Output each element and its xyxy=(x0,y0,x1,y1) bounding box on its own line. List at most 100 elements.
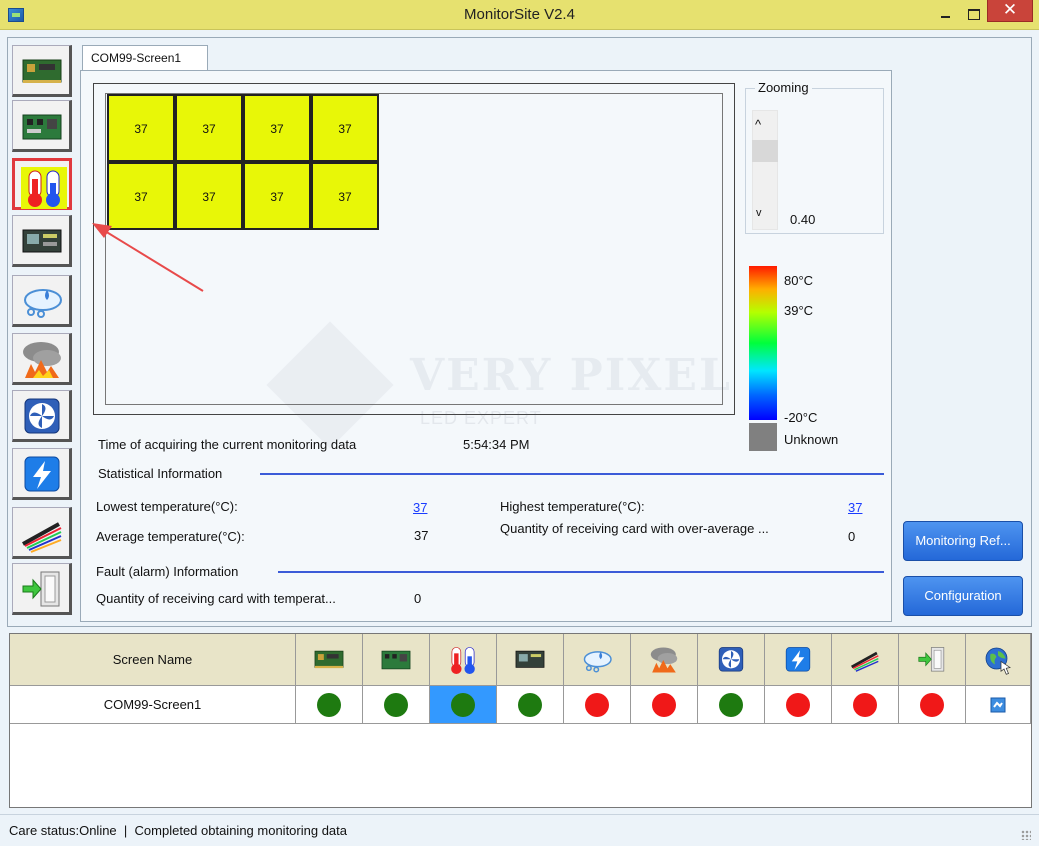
title-bar: MonitorSite V2.4 ✕ xyxy=(0,0,1039,30)
resize-grip-icon[interactable] xyxy=(1021,830,1031,840)
configuration-button[interactable]: Configuration xyxy=(903,576,1023,616)
status-text: Care status:Online | Completed obtaining… xyxy=(9,823,347,838)
col-sending-card[interactable] xyxy=(296,634,363,686)
power-icon xyxy=(24,456,60,492)
zoom-scroll-thumb[interactable] xyxy=(752,140,778,162)
status-cell-selected[interactable] xyxy=(430,686,497,724)
row-screen-name[interactable]: COM99-Screen1 xyxy=(10,686,296,724)
col-temperature[interactable] xyxy=(430,634,497,686)
col-network[interactable] xyxy=(966,634,1031,686)
care-status: Care status:Online xyxy=(9,823,117,838)
col-humidity[interactable] xyxy=(564,634,631,686)
cable-button[interactable] xyxy=(12,507,72,559)
col-cable[interactable] xyxy=(832,634,899,686)
maximize-button[interactable] xyxy=(960,4,986,26)
monitoring-card-button[interactable] xyxy=(12,215,72,267)
watermark-text: VERY PIXEL xyxy=(410,350,732,401)
status-ok-dot xyxy=(719,692,743,717)
average-temp-value: 37 xyxy=(414,528,429,543)
screen-status-icon xyxy=(990,697,1006,713)
col-smoke[interactable] xyxy=(631,634,698,686)
humidity-icon xyxy=(583,650,612,673)
time-label: Time of acquiring the current monitoring… xyxy=(98,437,357,452)
monitoring-card-icon xyxy=(22,229,62,253)
monitoring-refresh-button[interactable]: Monitoring Ref... xyxy=(903,521,1023,561)
cable-icon xyxy=(851,651,879,672)
fault-section-title: Fault (alarm) Information xyxy=(96,564,239,579)
humidity-button[interactable] xyxy=(12,275,72,327)
screen-name-header[interactable]: Screen Name xyxy=(10,634,296,686)
status-cell[interactable] xyxy=(698,686,765,724)
globe-icon xyxy=(985,647,1011,675)
cable-icon xyxy=(22,522,62,553)
status-bar: Care status:Online | Completed obtaining… xyxy=(0,814,1039,846)
smoke-button[interactable] xyxy=(12,333,72,385)
receiving-card-icon xyxy=(22,114,62,140)
col-power[interactable] xyxy=(765,634,832,686)
status-ok-dot xyxy=(384,692,408,717)
legend-unknown-swatch xyxy=(749,423,777,451)
status-cell[interactable] xyxy=(832,686,899,724)
receiving-card-cell[interactable]: 37 xyxy=(107,162,175,230)
door-button[interactable] xyxy=(12,563,72,615)
stats-section-title: Statistical Information xyxy=(98,466,223,481)
smoke-icon xyxy=(650,646,678,673)
status-message: Completed obtaining monitoring data xyxy=(134,823,347,838)
sending-card-button[interactable] xyxy=(12,45,72,97)
col-monitoring-card[interactable] xyxy=(497,634,564,686)
receiving-card-cell[interactable]: 37 xyxy=(311,94,379,162)
status-error-dot xyxy=(920,692,944,717)
status-cell[interactable] xyxy=(966,686,1031,724)
smoke-icon xyxy=(23,342,61,378)
humidity-icon xyxy=(24,289,62,318)
sending-card-icon xyxy=(314,650,344,668)
status-cell[interactable] xyxy=(765,686,832,724)
temperature-icon xyxy=(21,167,67,209)
receiving-card-icon xyxy=(381,650,411,669)
fan-button[interactable] xyxy=(12,390,72,442)
close-button[interactable]: ✕ xyxy=(987,0,1033,22)
legend-min-label: -20°C xyxy=(784,410,818,425)
temperature-legend-bar xyxy=(749,266,777,420)
status-cell[interactable] xyxy=(564,686,631,724)
receiving-card-cell[interactable]: 37 xyxy=(311,162,379,230)
door-icon xyxy=(918,646,945,671)
lowest-temp-link[interactable]: 37 xyxy=(413,500,427,515)
power-icon xyxy=(785,646,811,671)
power-button[interactable] xyxy=(12,448,72,500)
status-ok-dot xyxy=(518,692,542,717)
col-fan[interactable] xyxy=(698,634,765,686)
watermark-subtext: LED EXPERT xyxy=(420,408,542,428)
status-separator: | xyxy=(123,823,128,838)
receiving-card-cell[interactable]: 37 xyxy=(175,94,243,162)
zoom-down-arrow-icon[interactable]: v xyxy=(756,207,762,219)
tab-com99-screen1[interactable]: COM99-Screen1 xyxy=(82,45,208,71)
status-error-dot xyxy=(585,692,609,717)
highest-temp-link[interactable]: 37 xyxy=(848,500,862,515)
receiving-card-cell[interactable]: 37 xyxy=(107,94,175,162)
fan-icon xyxy=(24,398,60,434)
temperature-button[interactable] xyxy=(12,158,72,210)
fan-icon xyxy=(718,646,744,671)
col-door[interactable] xyxy=(899,634,966,686)
receiving-card-cell[interactable]: 37 xyxy=(243,94,311,162)
zoom-label: Zooming xyxy=(755,80,812,95)
status-cell[interactable] xyxy=(631,686,698,724)
legend-mid-label: 39°C xyxy=(784,303,814,318)
status-cell[interactable] xyxy=(497,686,564,724)
zoom-value: 0.40 xyxy=(790,212,816,227)
receiving-card-cell[interactable]: 37 xyxy=(243,162,311,230)
minimize-button[interactable] xyxy=(932,4,958,26)
status-cell[interactable] xyxy=(296,686,363,724)
status-cell[interactable] xyxy=(899,686,966,724)
receiving-card-button[interactable] xyxy=(12,100,72,152)
status-error-dot xyxy=(786,692,810,717)
status-cell[interactable] xyxy=(363,686,430,724)
monitoring-card-icon xyxy=(515,650,545,668)
status-ok-dot xyxy=(451,692,475,717)
col-receiving-card[interactable] xyxy=(363,634,430,686)
zoom-up-arrow-icon[interactable]: ^ xyxy=(755,117,761,132)
legend-unknown-label: Unknown xyxy=(784,432,839,447)
receiving-card-cell[interactable]: 37 xyxy=(175,162,243,230)
fault-section-divider xyxy=(278,571,884,573)
